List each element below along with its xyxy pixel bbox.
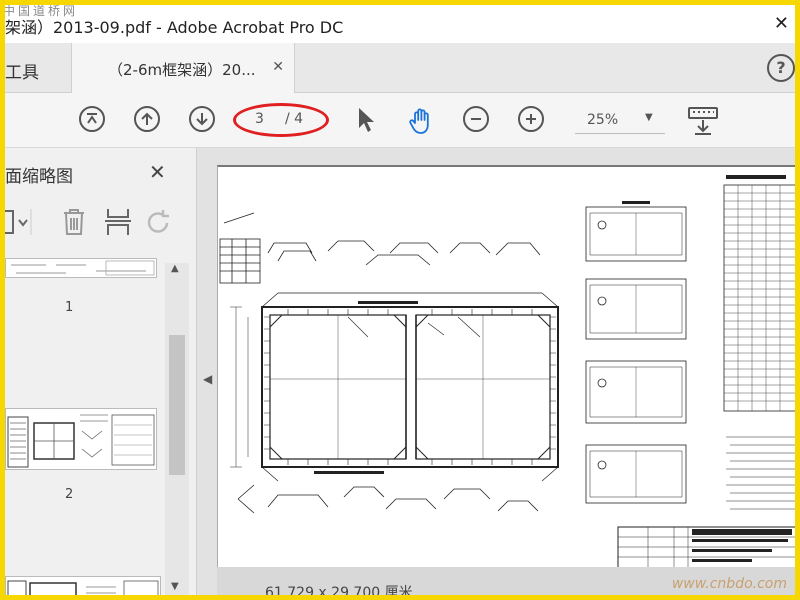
acrobat-window: 中国道桥网 架涵）2013-09.pdf - Adobe Acrobat Pro… <box>5 5 795 595</box>
scrollbar-thumb[interactable] <box>169 335 185 475</box>
engineering-drawing <box>219 175 795 570</box>
keyboard-icon <box>688 107 718 135</box>
thumbnail-panel: 面缩略图 ✕ 1 2 ▲ ▼ <box>5 148 197 595</box>
thumbnail-page-2[interactable] <box>5 408 157 470</box>
panel-toolbar <box>5 203 197 243</box>
cursor-arrow-icon <box>359 108 374 132</box>
thumbnail-label-1: 1 <box>65 300 74 315</box>
trash-icon[interactable] <box>61 207 87 237</box>
keyboard-tool-button[interactable] <box>687 106 719 135</box>
title-bar: 中国道桥网 架涵）2013-09.pdf - Adobe Acrobat Pro… <box>5 5 795 43</box>
plus-icon <box>518 106 544 132</box>
arrow-up-icon <box>134 106 160 132</box>
page-number-field[interactable]: 3 / 4 <box>233 103 329 137</box>
close-tab-icon[interactable]: ✕ <box>272 59 284 75</box>
window-close-icon[interactable]: ✕ <box>774 13 789 34</box>
thumbnail-3-drawing <box>7 580 159 595</box>
zoom-in-button[interactable] <box>518 106 546 134</box>
watermark-url: www.cnbdo.com <box>671 576 787 592</box>
tab-row: 工具 （2-6m框架涵）20... ✕ ? <box>5 43 795 93</box>
total-pages: / 4 <box>285 111 304 127</box>
collapse-panel-icon[interactable]: ◀ <box>203 372 212 386</box>
previous-page-button[interactable] <box>134 106 162 134</box>
panel-title: 面缩略图 <box>5 167 73 187</box>
thumbnail-label-2: 2 <box>65 487 74 502</box>
zoom-dropdown[interactable]: 25% ▼ <box>575 107 665 134</box>
tab-tools[interactable]: 工具 <box>5 58 39 83</box>
pdf-page <box>217 165 795 570</box>
red-annotation-ellipse <box>233 103 329 137</box>
thumbnail-2-drawing <box>7 414 155 468</box>
current-page-number[interactable]: 3 <box>255 111 264 127</box>
document-tab-label: （2-6m框架涵）20... <box>108 61 256 79</box>
hand-icon <box>409 108 429 134</box>
window-title: 架涵）2013-09.pdf - Adobe Acrobat Pro DC <box>5 18 344 37</box>
tab-document[interactable]: （2-6m框架涵）20... ✕ <box>71 43 295 93</box>
scroll-up-icon[interactable]: ▲ <box>171 263 179 274</box>
zoom-underline <box>575 133 665 134</box>
arrow-down-icon <box>189 106 215 132</box>
thumbnail-page-3[interactable] <box>5 576 161 595</box>
document-viewer[interactable]: ◀ 61.729 x 29.700 厘米 www.cnbdo.com <box>197 148 795 595</box>
next-page-button[interactable] <box>189 106 217 134</box>
thumbnail-page-1[interactable] <box>5 258 157 278</box>
chevron-down-icon: ▼ <box>645 112 653 123</box>
minus-icon <box>463 106 489 132</box>
rotate-icon[interactable] <box>145 207 173 237</box>
zoom-out-button[interactable] <box>463 106 491 134</box>
help-icon[interactable]: ? <box>767 54 795 82</box>
thumbnail-1-drawing <box>11 260 155 276</box>
page-options-icon[interactable] <box>5 207 35 237</box>
thumbnail-list: 1 2 <box>5 258 163 595</box>
zoom-value: 25% <box>587 112 619 128</box>
select-tool-button[interactable] <box>355 106 383 134</box>
page-size-readout: 61.729 x 29.700 厘米 <box>265 585 413 595</box>
main-toolbar: 3 / 4 25% ▼ <box>5 93 795 148</box>
first-page-icon <box>79 106 105 132</box>
close-panel-icon[interactable]: ✕ <box>149 160 166 184</box>
scroll-down-icon[interactable]: ▼ <box>171 581 179 592</box>
first-page-button[interactable] <box>79 106 107 134</box>
thumbnail-scrollbar[interactable]: ▲ ▼ <box>165 263 189 595</box>
crop-pages-icon[interactable] <box>105 207 131 237</box>
hand-tool-button[interactable] <box>407 106 435 134</box>
